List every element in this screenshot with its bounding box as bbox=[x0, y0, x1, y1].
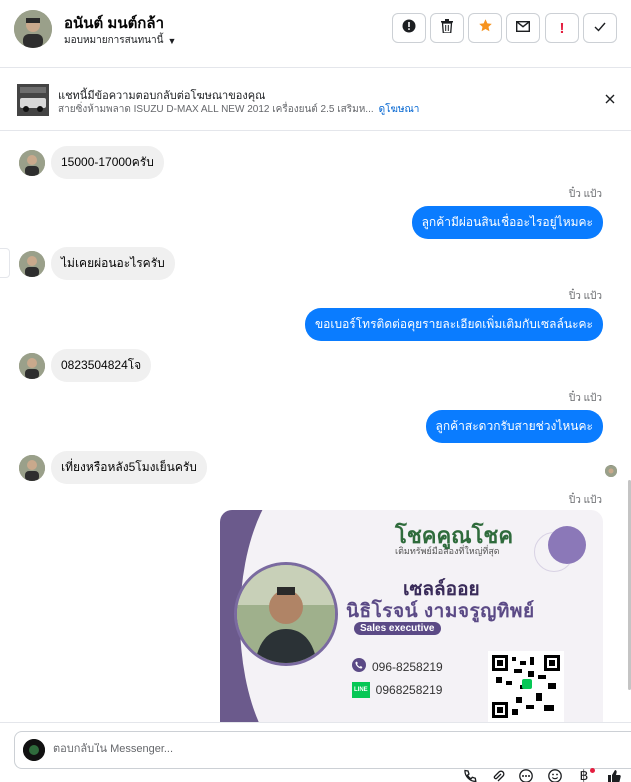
contact-name[interactable]: อนันต์ มนต์กล้า bbox=[64, 11, 164, 35]
payment-icon: ฿ bbox=[579, 769, 589, 782]
trash-icon bbox=[441, 18, 453, 38]
phone-icon bbox=[352, 658, 366, 675]
incoming-message: เที่ยงหรือหลัง5โมงเย็นครับ bbox=[19, 451, 207, 484]
mark-done-button[interactable] bbox=[583, 13, 617, 43]
report-spam-button[interactable] bbox=[392, 13, 426, 43]
incoming-message: 15000-17000ครับ bbox=[19, 146, 164, 179]
sender-name: ปิ๋ว แป้ว bbox=[568, 393, 602, 404]
message-bubble[interactable]: ไม่เคยผ่อนอะไรครับ bbox=[51, 247, 175, 280]
check-icon bbox=[594, 19, 606, 37]
composer-divider bbox=[0, 722, 631, 723]
more-button[interactable] bbox=[518, 769, 534, 782]
call-button[interactable] bbox=[462, 769, 478, 782]
contact-avatar bbox=[19, 250, 45, 277]
card-role: Sales executive bbox=[354, 622, 441, 635]
line-logo-icon: LINE bbox=[352, 682, 370, 698]
more-icon bbox=[519, 769, 533, 782]
attachment-icon bbox=[491, 769, 505, 782]
mark-unread-button[interactable] bbox=[506, 13, 540, 43]
seen-indicator-avatar bbox=[605, 465, 617, 477]
sender-name: ปิ๋ว แป้ว bbox=[568, 189, 602, 200]
emoji-button[interactable] bbox=[547, 769, 563, 782]
contact-avatar bbox=[19, 352, 45, 379]
message-composer bbox=[14, 731, 631, 769]
message-bubble[interactable]: 0823504824โจ bbox=[51, 349, 152, 382]
like-icon bbox=[607, 769, 621, 782]
sender-name: ปิ๋ว แป้ว bbox=[568, 291, 602, 302]
page-avatar bbox=[23, 739, 45, 761]
salesperson-photo bbox=[234, 562, 338, 666]
attach-button[interactable] bbox=[490, 769, 506, 782]
qr-code bbox=[488, 651, 564, 722]
card-decor-circle bbox=[548, 526, 586, 564]
card-slogan: เติมทรัพย์มือสองที่ใหญ่ที่สุด bbox=[395, 546, 500, 556]
follow-up-button[interactable]: ! bbox=[545, 13, 579, 43]
view-ad-link[interactable]: ดูโฆษณา bbox=[379, 104, 420, 115]
close-banner-button[interactable] bbox=[601, 91, 619, 109]
sender-name: ปิ๋ว แป้ว bbox=[568, 495, 602, 506]
message-bubble[interactable]: 15000-17000ครับ bbox=[51, 146, 164, 179]
card-line: LINE 0968258219 bbox=[352, 682, 442, 698]
incoming-message: ไม่เคยผ่อนอะไรครับ bbox=[19, 247, 175, 280]
report-spam-icon bbox=[402, 19, 416, 38]
business-card-image[interactable]: โชคคูณโชค เติมทรัพย์มือสองที่ใหญ่ที่สุด … bbox=[220, 510, 603, 722]
card-phone: 096-8258219 bbox=[352, 658, 443, 675]
conversation-header: อนันต์ มนต์กล้า มอบหมายการสนทนานี้ ▼ ! bbox=[0, 0, 631, 68]
ad-description: สายซิ่งห้ามพลาด ISUZU D-MAX ALL NEW 2012… bbox=[58, 104, 374, 115]
card-phone-number: 096-8258219 bbox=[372, 659, 443, 674]
ad-thumbnail[interactable] bbox=[17, 84, 49, 116]
ad-banner-subtitle: สายซิ่งห้ามพลาด ISUZU D-MAX ALL NEW 2012… bbox=[58, 102, 419, 117]
contact-avatar bbox=[19, 454, 45, 481]
delete-button[interactable] bbox=[430, 13, 464, 43]
follow-up-icon: ! bbox=[559, 19, 565, 37]
emoji-icon bbox=[548, 769, 562, 782]
star-icon bbox=[478, 18, 493, 38]
assign-conversation-dropdown[interactable]: มอบหมายการสนทนานี้ ▼ bbox=[64, 33, 176, 48]
contact-avatar[interactable] bbox=[14, 10, 52, 48]
mail-icon bbox=[515, 19, 531, 37]
caret-down-icon: ▼ bbox=[167, 35, 177, 46]
message-thread: 15000-17000ครับ ปิ๋ว แป้ว ลูกค้ามีผ่อนสิ… bbox=[0, 132, 631, 722]
call-icon bbox=[463, 769, 477, 782]
message-bubble[interactable]: ลูกค้ามีผ่อนสินเชื่ออะไรอยู่ไหมคะ bbox=[411, 206, 603, 239]
star-button[interactable] bbox=[468, 13, 502, 43]
message-bubble[interactable]: ขอเบอร์โทรติดต่อคุยรายละเอียดเพิ่มเติมกั… bbox=[304, 308, 603, 341]
like-button[interactable] bbox=[606, 769, 622, 782]
close-icon bbox=[605, 91, 615, 109]
message-bubble[interactable]: ลูกค้าสะดวกรับสายช่วงไหนคะ bbox=[425, 410, 603, 443]
contact-avatar bbox=[19, 149, 45, 176]
incoming-message: 0823504824โจ bbox=[19, 349, 152, 382]
ad-reply-banner: แชทนี้มีข้อความตอบกลับต่อโฆษณาของคุณ สาย… bbox=[0, 69, 631, 131]
notification-dot bbox=[590, 768, 595, 773]
card-line-id: 0968258219 bbox=[375, 683, 443, 697]
assign-label: มอบหมายการสนทนานี้ bbox=[64, 35, 164, 46]
message-input[interactable] bbox=[53, 743, 353, 755]
message-bubble[interactable]: เที่ยงหรือหลัง5โมงเย็นครับ bbox=[51, 451, 207, 484]
